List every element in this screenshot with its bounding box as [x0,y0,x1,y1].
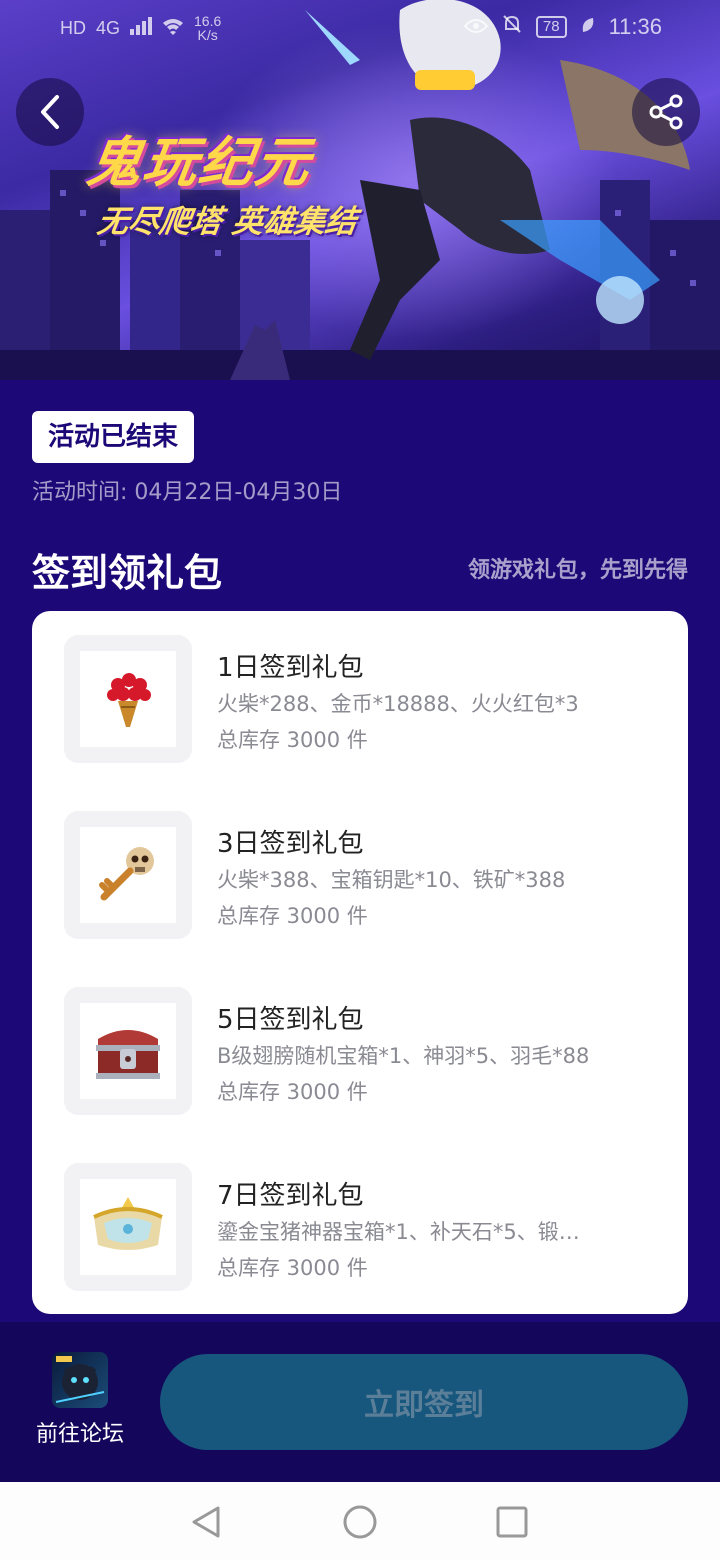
hero-character-illustration [305,0,690,360]
treasure-chest-icon [96,1030,160,1079]
flower-bouquet-icon [107,673,151,727]
gift-contents: 鎏金宝猪神器宝箱*1、补天石*5、锻… [217,1220,580,1244]
gift-name: 1日签到礼包 [217,653,364,683]
gift-name: 3日签到礼包 [217,829,364,859]
forum-label: 前往论坛 [35,1422,124,1447]
gift-stock: 总库存 3000 件 [217,904,368,928]
forum-link[interactable]: 前往论坛 [24,1352,136,1448]
golden-chest-icon [93,1197,163,1250]
battery-indicator: 78 [535,16,567,38]
nav-back-button[interactable] [186,1502,226,1542]
status-bar: HD 4G 16.6 K/s 78 11:36 [0,0,720,56]
back-button[interactable] [16,78,84,146]
nav-recents-button[interactable] [492,1502,532,1542]
activity-period: 活动时间: 04月22日-04月30日 [32,480,343,505]
game-app-icon [52,1352,108,1408]
network-speed: 16.6 K/s [194,13,222,43]
game-logo-subtitle: 无尽爬塔 英雄集结 [94,204,359,240]
gift-thumbnail [64,811,192,939]
gift-thumbnail [64,987,192,1115]
gift-contents: 火柴*288、金币*18888、火火红包*3 [217,692,579,716]
gift-name: 5日签到礼包 [217,1005,364,1035]
signin-button[interactable]: 立即签到 [160,1354,688,1450]
activity-banner: 鬼玩纪元 无尽爬塔 英雄集结 [0,0,720,380]
eye-icon [463,14,489,40]
nav-home-button[interactable] [340,1502,380,1542]
leaf-icon [581,14,595,40]
circle-home-icon [343,1505,377,1539]
game-logo-title: 鬼玩纪元 [82,131,316,194]
gift-item[interactable]: 3日签到礼包 火柴*388、宝箱钥匙*10、铁矿*388 总库存 3000 件 [64,811,664,939]
system-navigation-bar [0,1482,720,1560]
bottom-action-bar: 前往论坛 立即签到 [0,1322,720,1482]
wifi-icon [162,17,184,40]
square-recents-icon [496,1506,528,1538]
triangle-back-icon [192,1506,220,1538]
hd-indicator: HD [60,17,86,38]
signal-bars-icon [130,16,153,40]
gift-contents: 火柴*388、宝箱钥匙*10、铁矿*388 [217,868,566,892]
clock: 11:36 [608,14,662,39]
gift-list-card: 1日签到礼包 火柴*288、金币*18888、火火红包*3 总库存 3000 件… [32,611,688,1314]
share-icon [649,94,683,130]
gift-name: 7日签到礼包 [217,1181,364,1211]
mute-bell-icon [502,14,522,40]
gift-stock: 总库存 3000 件 [217,728,368,752]
section-hint: 领游戏礼包，先到先得 [467,558,688,583]
gift-item[interactable]: 7日签到礼包 鎏金宝猪神器宝箱*1、补天石*5、锻… 总库存 3000 件 [64,1163,664,1291]
gift-thumbnail [64,1163,192,1291]
skull-key-icon [99,847,154,901]
gift-item[interactable]: 5日签到礼包 B级翅膀随机宝箱*1、神羽*5、羽毛*88 总库存 3000 件 [64,987,664,1115]
activity-status-badge: 活动已结束 [32,411,195,463]
gift-thumbnail [64,635,192,763]
gift-contents: B级翅膀随机宝箱*1、神羽*5、羽毛*88 [217,1044,590,1068]
gift-stock: 总库存 3000 件 [217,1256,368,1280]
share-button[interactable] [632,78,700,146]
section-title: 签到领礼包 [32,551,223,595]
chevron-left-icon [41,95,59,129]
gift-item[interactable]: 1日签到礼包 火柴*288、金币*18888、火火红包*3 总库存 3000 件 [64,635,664,763]
signal-indicator: 4G [96,17,121,38]
gift-stock: 总库存 3000 件 [217,1080,368,1104]
